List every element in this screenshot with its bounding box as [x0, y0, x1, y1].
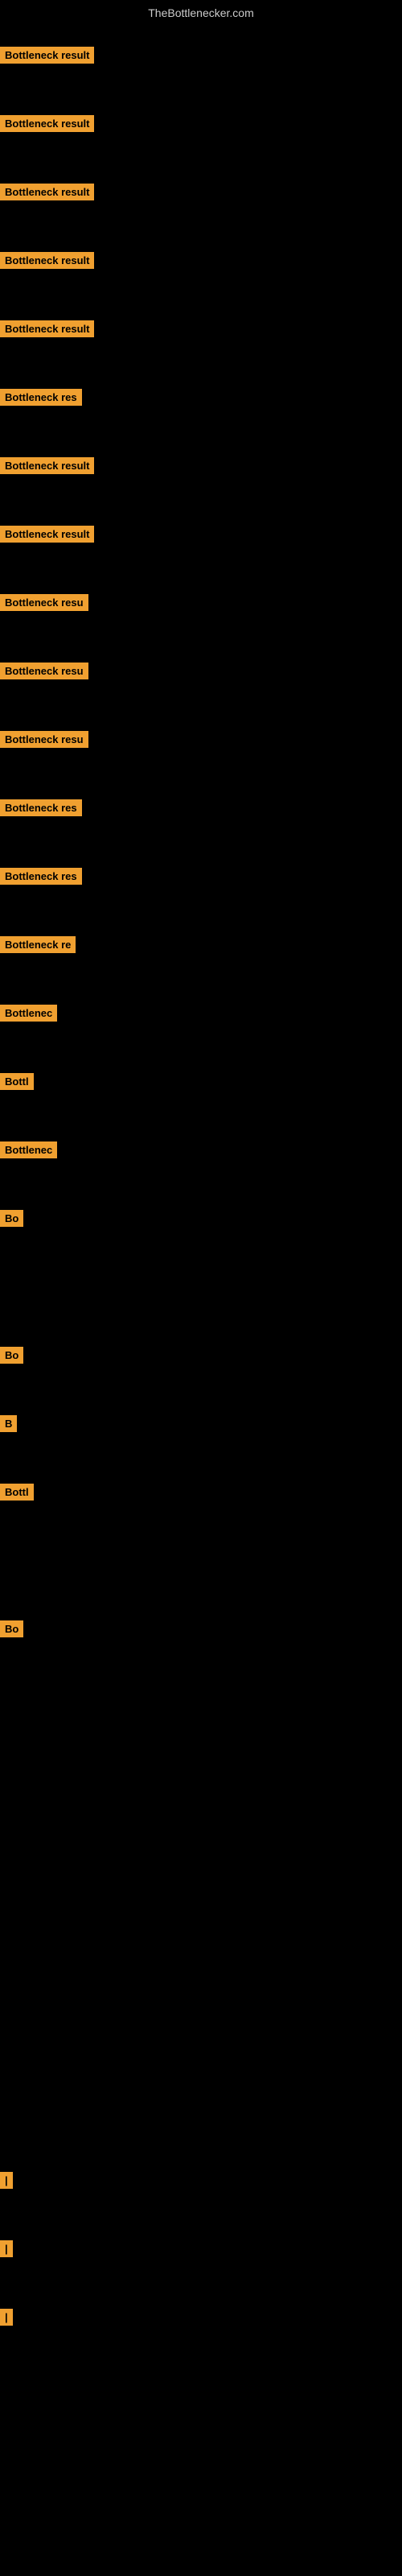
- bottleneck-badge-22: Bo: [0, 1620, 23, 1637]
- bottleneck-badge-5: Bottleneck result: [0, 320, 94, 337]
- bottleneck-badge-20: B: [0, 1415, 17, 1432]
- bottleneck-badge-25: |: [0, 2309, 13, 2326]
- bottleneck-badge-10: Bottleneck resu: [0, 663, 88, 679]
- bottleneck-badge-21: Bottl: [0, 1484, 34, 1501]
- bottleneck-badge-6: Bottleneck res: [0, 389, 82, 406]
- site-title: TheBottlenecker.com: [0, 0, 402, 26]
- bottleneck-badge-3: Bottleneck result: [0, 184, 94, 200]
- bottleneck-badge-19: Bo: [0, 1347, 23, 1364]
- bottleneck-badge-14: Bottleneck re: [0, 936, 76, 953]
- bottleneck-badge-8: Bottleneck result: [0, 526, 94, 543]
- bottleneck-badge-9: Bottleneck resu: [0, 594, 88, 611]
- bottleneck-badge-18: Bo: [0, 1210, 23, 1227]
- bottleneck-badge-2: Bottleneck result: [0, 115, 94, 132]
- bottleneck-badge-23: |: [0, 2172, 13, 2189]
- bottleneck-badge-16: Bottl: [0, 1073, 34, 1090]
- bottleneck-badge-7: Bottleneck result: [0, 457, 94, 474]
- bottleneck-badge-15: Bottlenec: [0, 1005, 57, 1022]
- bottleneck-badge-24: |: [0, 2240, 13, 2257]
- bottleneck-badge-1: Bottleneck result: [0, 47, 94, 64]
- bottleneck-badge-4: Bottleneck result: [0, 252, 94, 269]
- bottleneck-badge-12: Bottleneck res: [0, 799, 82, 816]
- bottleneck-badge-17: Bottlenec: [0, 1141, 57, 1158]
- bottleneck-badge-13: Bottleneck res: [0, 868, 82, 885]
- bottleneck-badge-11: Bottleneck resu: [0, 731, 88, 748]
